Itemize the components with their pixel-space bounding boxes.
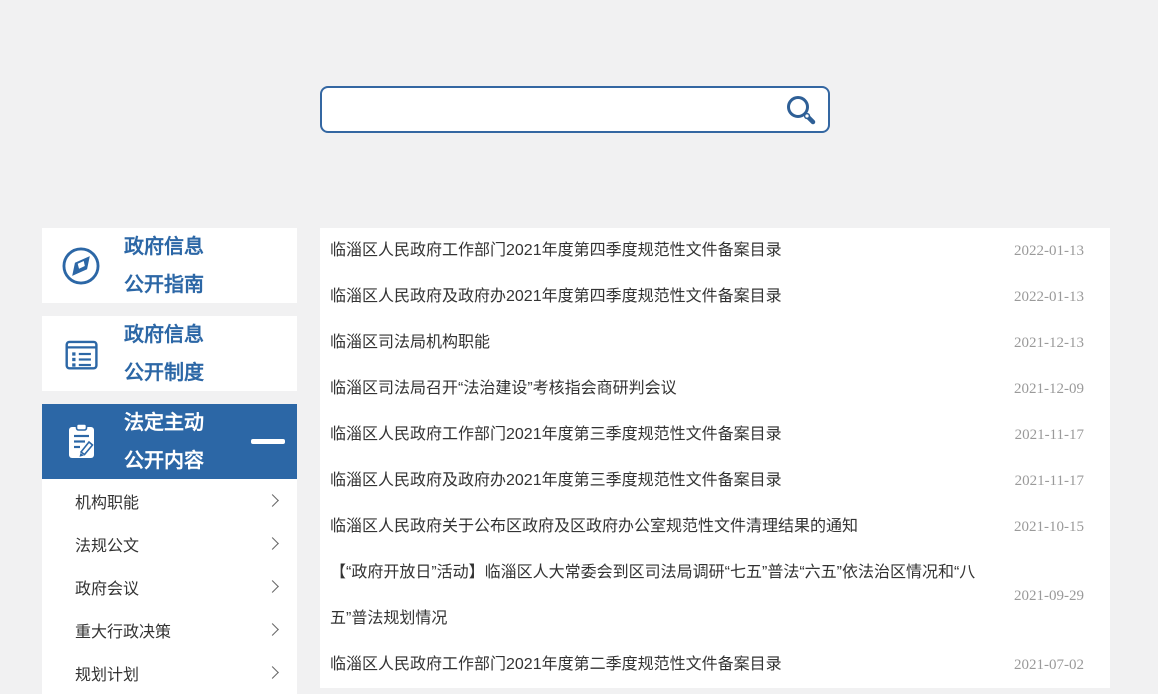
notebook-icon — [58, 332, 104, 376]
chevron-right-icon — [266, 580, 279, 593]
article-date: 2021-11-17 — [1015, 473, 1084, 490]
article-date: 2021-12-09 — [1014, 381, 1084, 398]
search-button[interactable] — [780, 92, 828, 128]
article-title-link[interactable]: 临淄区司法局召开“法治建设”考核指会商研判会议 — [330, 366, 996, 412]
article-date: 2022-01-13 — [1014, 289, 1084, 306]
article-row: 临淄区人民政府工作部门2021年度第二季度规范性文件备案目录 2021-07-0… — [320, 642, 1110, 688]
article-row: 临淄区人民政府关于公布区政府及区政府办公室规范性文件清理结果的通知 2021-1… — [320, 504, 1110, 550]
article-date: 2021-10-15 — [1014, 519, 1084, 536]
submenu-item-label: 政府会议 — [75, 575, 268, 599]
article-title-link[interactable]: 临淄区人民政府工作部门2021年度第三季度规范性文件备案目录 — [330, 412, 997, 458]
chevron-right-icon — [266, 623, 279, 636]
article-date: 2021-12-13 — [1014, 335, 1084, 352]
article-row: 临淄区人民政府及政府办2021年度第三季度规范性文件备案目录 2021-11-1… — [320, 458, 1110, 504]
article-row: 【“政府开放日”活动】临淄区人大常委会到区司法局调研“七五”普法“六五”依法治区… — [320, 550, 1110, 642]
submenu-item-label: 机构职能 — [75, 489, 268, 513]
submenu-item[interactable]: 法规公文 — [42, 522, 297, 565]
search-icon — [784, 94, 818, 128]
submenu-item-label: 规划计划 — [75, 661, 268, 685]
submenu-item-label: 重大行政决策 — [75, 618, 268, 642]
sidebar-item-disclosure-guide[interactable]: 政府信息公开指南 — [42, 228, 297, 303]
search-bar — [320, 86, 830, 133]
sidebar-submenu: 机构职能 法规公文 政府会议 重大行政决策 — [42, 479, 297, 694]
article-title-link[interactable]: 临淄区人民政府关于公布区政府及区政府办公室规范性文件清理结果的通知 — [330, 504, 996, 550]
article-date: 2021-07-02 — [1014, 657, 1084, 674]
article-date: 2021-11-17 — [1015, 427, 1084, 444]
article-title-link[interactable]: 临淄区人民政府及政府办2021年度第三季度规范性文件备案目录 — [330, 458, 997, 504]
search-input[interactable] — [322, 88, 780, 131]
article-date: 2021-09-29 — [1014, 588, 1084, 605]
submenu-item-label: 法规公文 — [75, 532, 268, 556]
sidebar-item-statutory-disclosure[interactable]: 法定主动公开内容 — [42, 404, 297, 479]
article-title-link[interactable]: 【“政府开放日”活动】临淄区人大常委会到区司法局调研“七五”普法“六五”依法治区… — [330, 550, 996, 642]
article-row: 临淄区司法局召开“法治建设”考核指会商研判会议 2021-12-09 — [320, 366, 1110, 412]
sidebar-item-disclosure-system[interactable]: 政府信息公开制度 — [42, 316, 297, 391]
article-title-link[interactable]: 临淄区人民政府工作部门2021年度第四季度规范性文件备案目录 — [330, 228, 996, 274]
sidebar: 政府信息公开指南 政府信息公开制度 — [42, 228, 297, 694]
article-title-link[interactable]: 临淄区人民政府及政府办2021年度第四季度规范性文件备案目录 — [330, 274, 996, 320]
article-date: 2022-01-13 — [1014, 243, 1084, 260]
article-row: 临淄区人民政府工作部门2021年度第三季度规范性文件备案目录 2021-11-1… — [320, 412, 1110, 458]
chevron-right-icon — [266, 494, 279, 507]
article-list: 临淄区人民政府工作部门2021年度第四季度规范性文件备案目录 2022-01-1… — [320, 228, 1110, 688]
minus-collapse-indicator — [251, 439, 285, 444]
sidebar-item-label: 政府信息公开指南 — [124, 228, 204, 304]
article-title-link[interactable]: 临淄区人民政府工作部门2021年度第二季度规范性文件备案目录 — [330, 642, 996, 688]
compass-icon — [58, 244, 104, 288]
article-row: 临淄区人民政府及政府办2021年度第四季度规范性文件备案目录 2022-01-1… — [320, 274, 1110, 320]
submenu-item[interactable]: 政府会议 — [42, 565, 297, 608]
sidebar-item-label: 政府信息公开制度 — [124, 316, 204, 392]
submenu-item[interactable]: 机构职能 — [42, 479, 297, 522]
chevron-right-icon — [266, 666, 279, 679]
sidebar-item-label: 法定主动公开内容 — [124, 404, 204, 480]
chevron-right-icon — [266, 537, 279, 550]
article-row: 临淄区人民政府工作部门2021年度第四季度规范性文件备案目录 2022-01-1… — [320, 228, 1110, 274]
article-title-link[interactable]: 临淄区司法局机构职能 — [330, 320, 996, 366]
clipboard-pencil-icon — [58, 420, 104, 464]
submenu-item[interactable]: 规划计划 — [42, 651, 297, 694]
submenu-item[interactable]: 重大行政决策 — [42, 608, 297, 651]
article-row: 临淄区司法局机构职能 2021-12-13 — [320, 320, 1110, 366]
